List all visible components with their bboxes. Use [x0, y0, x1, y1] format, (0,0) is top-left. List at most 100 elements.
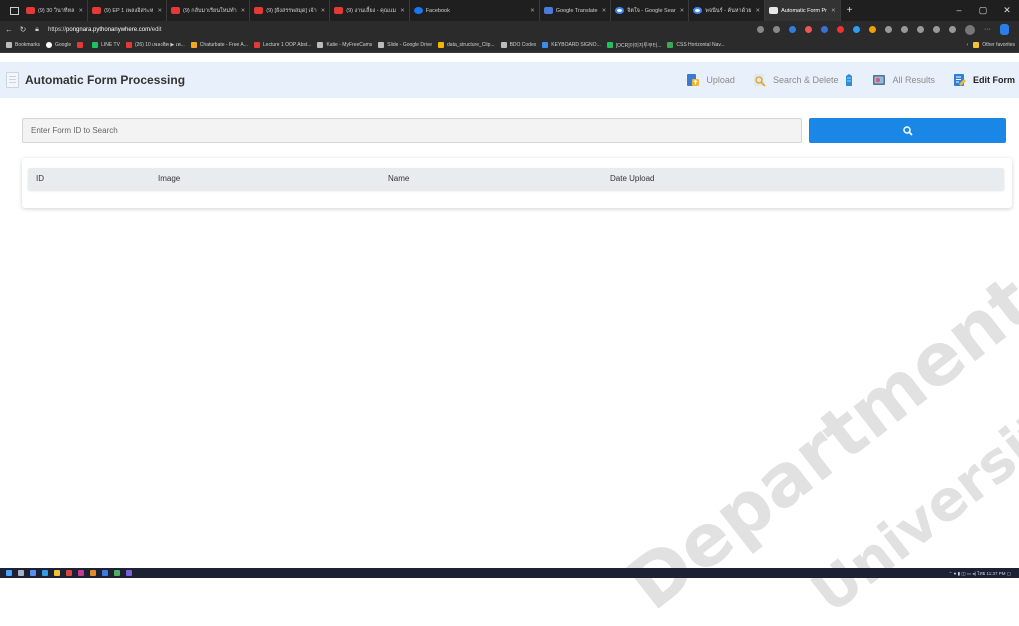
- search-button[interactable]: [809, 118, 1006, 143]
- close-window-icon[interactable]: ✕: [995, 5, 1019, 16]
- bookmark-item[interactable]: Bookmarks: [6, 42, 40, 48]
- close-tab-icon[interactable]: ✕: [680, 8, 685, 14]
- lock-icon[interactable]: 🔒︎: [30, 26, 44, 34]
- taskbar-app-icon[interactable]: [30, 570, 36, 576]
- bookmark-item[interactable]: CSS Horizontal Nav...: [667, 42, 725, 48]
- reload-icon[interactable]: ↻: [16, 25, 30, 34]
- favorites-icon[interactable]: [901, 26, 908, 33]
- file-explorer-icon[interactable]: [54, 570, 60, 576]
- bing-copilot-icon[interactable]: [1000, 24, 1009, 35]
- extension-icon[interactable]: [853, 26, 860, 33]
- chevron-right-icon[interactable]: ›: [967, 42, 969, 48]
- edge-icon[interactable]: [42, 570, 48, 576]
- extension-icon[interactable]: [821, 26, 828, 33]
- tab-actions-icon[interactable]: [6, 4, 22, 18]
- back-arrow-icon[interactable]: ←: [2, 25, 16, 34]
- bookmark-item[interactable]: LINE TV: [92, 42, 120, 48]
- close-tab-icon[interactable]: ✕: [241, 8, 246, 14]
- more-menu-icon[interactable]: ···: [984, 26, 991, 33]
- read-aloud-icon[interactable]: [757, 26, 764, 33]
- tray-icons[interactable]: ⌃ ● ▮ ◫ ▭ ◂): [949, 571, 976, 576]
- close-tab-icon[interactable]: ✕: [831, 8, 836, 14]
- browser-essentials-icon[interactable]: [949, 26, 956, 33]
- bookmark-item[interactable]: Google: [46, 42, 71, 48]
- bookmark-label: Bookmarks: [15, 42, 41, 48]
- extension-icon[interactable]: [805, 26, 812, 33]
- pencil-icon: [846, 74, 853, 86]
- close-tab-icon[interactable]: ✕: [157, 8, 162, 14]
- bookmark-item[interactable]: Lecture 1 OOP Abst...: [253, 42, 312, 48]
- column-header-name[interactable]: Name: [388, 174, 409, 183]
- form-id-search-input[interactable]: [22, 118, 802, 143]
- notification-icon[interactable]: ▢: [1007, 571, 1011, 576]
- close-tab-icon[interactable]: ✕: [602, 8, 607, 14]
- nav-search-delete[interactable]: Search & Delete: [753, 73, 855, 87]
- browser-tab[interactable]: Google Translate ✕: [540, 0, 612, 21]
- favorite-star-icon[interactable]: [773, 26, 780, 33]
- minimize-icon[interactable]: –: [947, 5, 971, 16]
- close-tab-icon[interactable]: ✕: [530, 8, 535, 14]
- taskbar-app-icon[interactable]: [66, 570, 72, 576]
- bookmark-item[interactable]: Katie - MyFreeCams: [317, 42, 372, 48]
- browser-tab[interactable]: Facebook ✕: [410, 0, 540, 21]
- nav-edit-form[interactable]: Edit Form: [953, 73, 1015, 87]
- bookmark-label: KEYBOARD SIGNO...: [551, 42, 601, 48]
- column-header-image[interactable]: Image: [158, 174, 180, 183]
- browser-tab[interactable]: จิตใจ - Google Sear ✕: [611, 0, 690, 21]
- column-header-id[interactable]: ID: [36, 174, 44, 183]
- browser-tab[interactable]: (9) งานเลี้ยง - คุณแม ✕: [330, 0, 410, 21]
- bookmark-item[interactable]: Slide - Google Drive: [378, 42, 432, 48]
- column-header-date-upload[interactable]: Date Upload: [610, 174, 654, 183]
- close-tab-icon[interactable]: ✕: [78, 8, 83, 14]
- refresh-extension-icon[interactable]: [885, 26, 892, 33]
- close-tab-icon[interactable]: ✕: [400, 8, 405, 14]
- taskbar-app-icon[interactable]: [78, 570, 84, 576]
- bookmark-item[interactable]: data_structure_Clip...: [438, 42, 495, 48]
- nav-upload-label: Upload: [706, 75, 735, 85]
- restore-icon[interactable]: ▢: [971, 5, 995, 16]
- new-tab-button[interactable]: +: [841, 5, 859, 16]
- app-title[interactable]: Automatic Form Processing: [25, 73, 185, 87]
- bookmark-item[interactable]: › Other favorites: [967, 42, 1015, 48]
- browser-tab[interactable]: (9) [ยังสรรพสมุด] เจ้า ✕: [250, 0, 331, 21]
- taskbar-app-icon[interactable]: [102, 570, 108, 576]
- bookmark-item[interactable]: Chaturbate - Free A...: [190, 42, 248, 48]
- browser-tab[interactable]: (9) EP 1 เพลงอิสระห ✕: [88, 0, 168, 21]
- browser-tab[interactable]: (9) กลับมาเรียนใหม่ทำ ✕: [167, 0, 251, 21]
- profile-avatar-icon[interactable]: [965, 24, 975, 35]
- url-path: /edit: [150, 26, 162, 33]
- url-field[interactable]: https://pongnara.pythonanywhere.com/edit: [48, 27, 161, 33]
- youtube-icon: [253, 42, 260, 48]
- taskbar-app-icon[interactable]: [126, 570, 132, 576]
- collections-icon[interactable]: [917, 26, 924, 33]
- bookmark-label: Lecture 1 OOP Abst...: [262, 42, 312, 48]
- taskbar-app-icon[interactable]: [114, 570, 120, 576]
- extension-icon[interactable]: [869, 26, 876, 33]
- close-tab-icon[interactable]: ✕: [321, 8, 326, 14]
- line-tv-icon: [92, 42, 99, 48]
- youtube-icon: [254, 7, 264, 14]
- close-tab-icon[interactable]: ✕: [756, 8, 761, 14]
- bookmark-item[interactable]: (26) 10 เพลงฮิต ▶ เพ...: [125, 41, 185, 49]
- input-language[interactable]: ไทย: [977, 571, 985, 576]
- bookmark-label: CSS Horizontal Nav...: [676, 42, 725, 48]
- windows-start-icon[interactable]: [6, 570, 12, 576]
- clock[interactable]: 11:37 PM: [987, 571, 1006, 576]
- taskbar-app-icon[interactable]: [90, 570, 96, 576]
- browser-tab[interactable]: พจนีนร์ - ค้นหาด้วย ✕: [689, 0, 766, 21]
- search-icon: [902, 125, 913, 136]
- extension-icon[interactable]: [837, 26, 844, 33]
- extensions-puzzle-icon[interactable]: [933, 26, 940, 33]
- browser-tab[interactable]: (9) 30 วินาทีหล ✕: [22, 0, 89, 21]
- bookmark-item[interactable]: [77, 42, 86, 48]
- bookmark-item[interactable]: KEYBOARD SIGNO...: [542, 42, 601, 48]
- nav-all-results[interactable]: All Results: [872, 73, 935, 87]
- table-header-row: ID Image Name Date Upload: [28, 168, 1004, 190]
- bookmark-item[interactable]: BDO Codex: [500, 42, 536, 48]
- bookmark-label: [OCR]이미지투부터...: [615, 42, 662, 49]
- nav-upload[interactable]: Upload: [686, 73, 735, 87]
- browser-tab-active[interactable]: Automatic Form Pr ✕: [765, 0, 841, 21]
- extension-icon[interactable]: [789, 26, 796, 33]
- bookmark-item[interactable]: [OCR]이미지투부터...: [606, 42, 662, 49]
- task-view-icon[interactable]: [18, 570, 24, 576]
